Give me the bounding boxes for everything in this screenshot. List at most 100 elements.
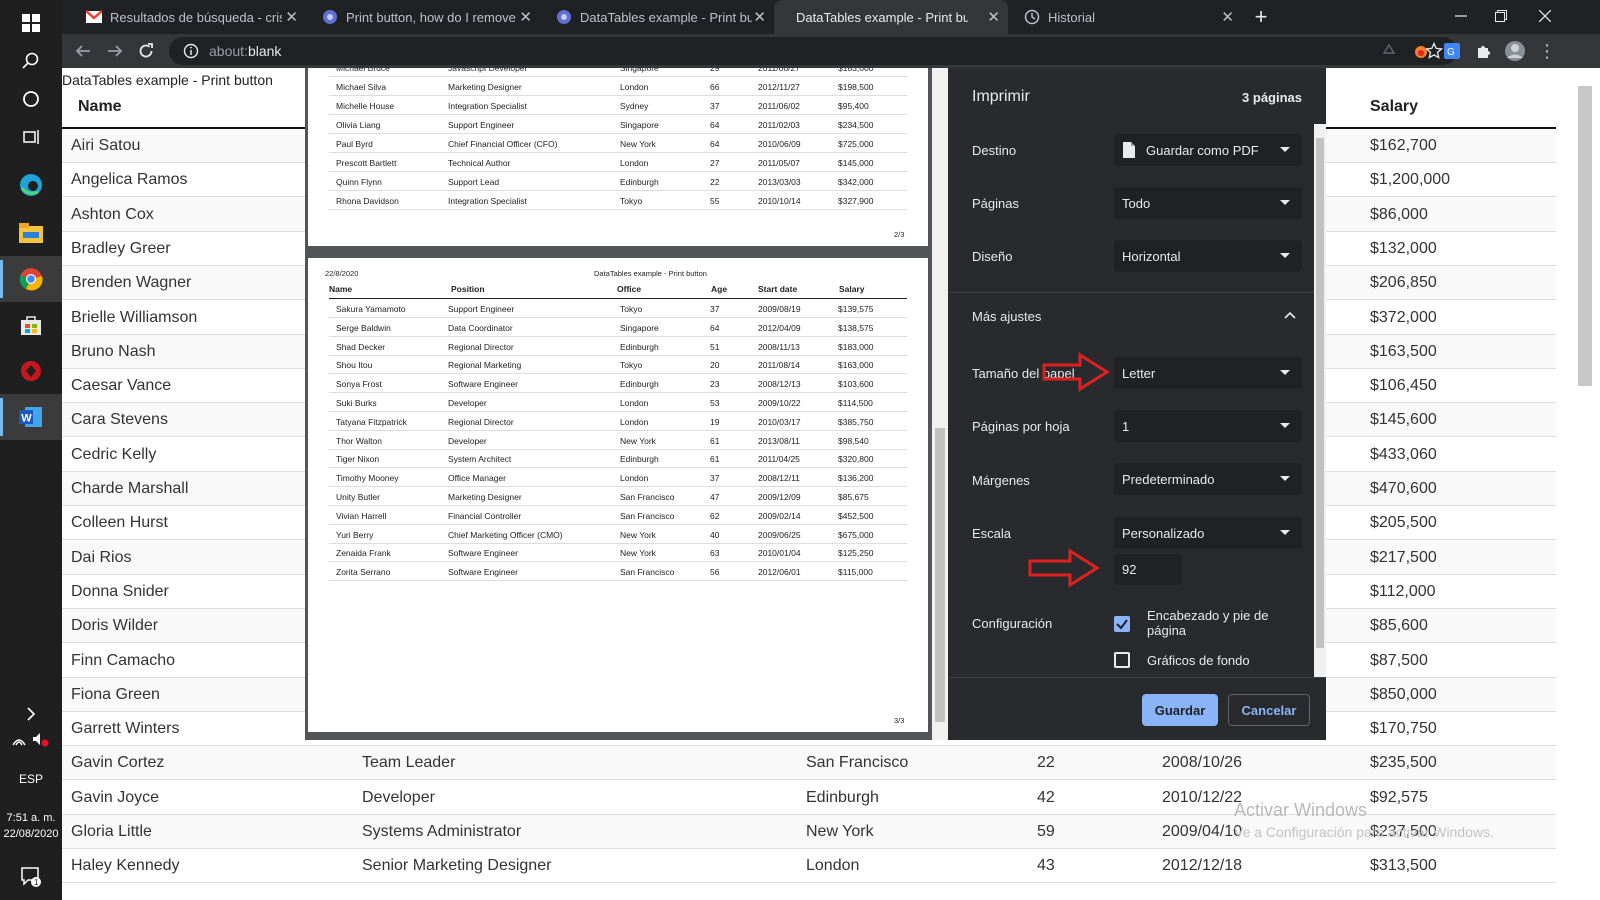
- info-icon[interactable]: [183, 43, 199, 59]
- avatar[interactable]: [1504, 40, 1526, 62]
- pages-per-sheet-select[interactable]: 1: [1114, 410, 1302, 442]
- file-explorer-icon[interactable]: [0, 210, 62, 256]
- clock-time[interactable]: 7:51 a. m.: [0, 812, 62, 824]
- preview-row: Paul Byrd Chief Financial Officer (CFO) Ne…: [329, 134, 907, 153]
- preview-cell: New York: [620, 139, 656, 149]
- extensions-puzzle-icon[interactable]: [1472, 40, 1494, 62]
- preview-cell: 2010/10/14: [758, 196, 801, 206]
- preview-cell: 2008/12/13: [758, 379, 801, 390]
- preview-scrollbar[interactable]: [932, 68, 948, 740]
- table-row[interactable]: Gavin Cortez Team Leader San Francisco 22 20…: [62, 746, 1556, 781]
- preview-row: Unity Butler Marketing Designer San Franci…: [329, 487, 907, 506]
- page-scrollbar[interactable]: [1578, 86, 1592, 386]
- reload-icon[interactable]: [135, 40, 157, 62]
- margins-select[interactable]: Predeterminado: [1114, 463, 1302, 495]
- table-row[interactable]: Haley Kennedy Senior Marketing Designer Lo…: [62, 849, 1556, 884]
- preview-cell: 2011/06/27: [758, 68, 800, 73]
- clock-date[interactable]: 22/08/2020: [0, 828, 62, 840]
- scale-select[interactable]: Personalizado: [1114, 517, 1302, 549]
- preview-header-title: DataTables example - Print button: [594, 269, 707, 278]
- cell-name: Colleen Hurst: [71, 514, 168, 532]
- close-icon[interactable]: ✕: [987, 8, 1000, 26]
- extension-fire-icon[interactable]: [1410, 40, 1432, 62]
- more-settings-toggle[interactable]: Más ajustes: [972, 309, 1041, 324]
- chevron-up-icon[interactable]: [1284, 311, 1296, 319]
- headers-footers-label[interactable]: Encabezado y pie de página: [1147, 608, 1297, 638]
- tab-print-question[interactable]: Print button, how do I remove bl ✕: [306, 0, 540, 34]
- pages-select[interactable]: Todo: [1114, 187, 1302, 219]
- translate-icon[interactable]: G: [1441, 40, 1463, 62]
- paper-size-select[interactable]: Letter: [1114, 357, 1302, 389]
- background-graphics-checkbox[interactable]: [1114, 652, 1130, 668]
- cell-salary: $205,500: [1370, 514, 1437, 532]
- close-window-button[interactable]: [1534, 5, 1556, 27]
- language-indicator[interactable]: ESP: [0, 772, 62, 786]
- cell-salary: $217,500: [1370, 548, 1437, 566]
- dialog-scrollbar[interactable]: [1314, 124, 1326, 677]
- preview-cell: London: [620, 158, 649, 168]
- security-app-icon[interactable]: [0, 348, 62, 394]
- store-icon[interactable]: [0, 302, 62, 348]
- preview-scrollbar-thumb[interactable]: [935, 428, 945, 722]
- preview-cell: 2011/08/14: [758, 360, 800, 371]
- preview-cell: $145,000: [838, 158, 874, 168]
- close-icon[interactable]: ✕: [753, 8, 766, 26]
- preview-cell: 2013/08/11: [758, 435, 800, 446]
- show-hidden-icons-chevron[interactable]: [0, 700, 62, 728]
- close-icon[interactable]: ✕: [285, 8, 298, 26]
- preview-cell: New York: [620, 548, 656, 559]
- new-tab-button[interactable]: +: [1250, 4, 1272, 29]
- address-bar[interactable]: about: blank: [169, 37, 1457, 65]
- chrome-taskbar-icon[interactable]: [0, 256, 62, 302]
- restore-button[interactable]: [1490, 5, 1512, 27]
- word-icon[interactable]: W: [0, 394, 62, 440]
- preview-cell: $342,000: [838, 177, 874, 187]
- tab-gmail[interactable]: Resultados de búsqueda - cris11 ✕: [70, 0, 306, 34]
- dialog-scrollbar-thumb[interactable]: [1316, 138, 1324, 648]
- chevron-down-icon: [1280, 476, 1290, 481]
- preview-cell: Olivia Liang: [336, 120, 381, 130]
- cell-start: 2010/12/22: [1162, 788, 1243, 806]
- tab-history[interactable]: Historial ✕: [1008, 0, 1242, 34]
- preview-row: Timothy Mooney Office Manager London 37 2008…: [329, 468, 907, 488]
- preview-cell: Software Engineer: [448, 548, 518, 559]
- cell-name: Fiona Green: [71, 685, 160, 703]
- cell-age: 59: [1037, 823, 1055, 840]
- column-header-name[interactable]: Name: [78, 98, 122, 116]
- cell-salary: $206,850: [1370, 274, 1437, 292]
- url-host: blank: [247, 43, 282, 59]
- close-icon[interactable]: ✕: [1221, 8, 1234, 26]
- scale-custom-input[interactable]: 92: [1114, 554, 1182, 585]
- network-volume-icons[interactable]: [0, 726, 62, 752]
- tab-datatables-active[interactable]: DataTables example - Print butto ✕: [774, 0, 1008, 34]
- print-preview-area[interactable]: Michael Bruce Javascript Developer Singapo…: [305, 68, 948, 740]
- save-button[interactable]: Guardar: [1142, 694, 1218, 726]
- browser-menu-icon[interactable]: ⋮: [1536, 40, 1558, 62]
- notifications-icon[interactable]: 1: [0, 856, 62, 896]
- cancel-button[interactable]: Cancelar: [1228, 694, 1310, 726]
- cell-start: 2008/10/26: [1162, 754, 1243, 772]
- layout-select[interactable]: Horizontal: [1114, 240, 1302, 272]
- destination-select[interactable]: Guardar como PDF: [1114, 134, 1302, 166]
- column-header-salary[interactable]: Salary: [1370, 98, 1418, 116]
- extension-recycle-icon[interactable]: [1378, 40, 1400, 62]
- preview-cell: $327,900: [838, 196, 874, 206]
- margins-label: Márgenes: [972, 473, 1030, 488]
- cell-salary: $145,600: [1370, 411, 1437, 429]
- close-icon[interactable]: ✕: [519, 8, 532, 26]
- preview-row: Michael Silva Marketing Designer London 66 2…: [329, 77, 907, 96]
- forward-icon[interactable]: [104, 40, 126, 62]
- headers-footers-checkbox[interactable]: [1114, 616, 1130, 632]
- back-icon[interactable]: [72, 40, 94, 62]
- tab-datatables-1[interactable]: DataTables example - Print butto ✕: [540, 0, 774, 34]
- task-view-icon[interactable]: [0, 114, 62, 160]
- cell-salary: $433,060: [1370, 445, 1437, 463]
- edge-icon[interactable]: [0, 162, 62, 208]
- check-icon: [1116, 619, 1128, 630]
- cell-position: Developer: [362, 788, 435, 806]
- minimize-button[interactable]: [1450, 5, 1472, 27]
- preview-cell: 61: [710, 454, 720, 465]
- preview-row: Zorita Serrano Software Engineer San Franc…: [329, 562, 907, 582]
- background-graphics-label[interactable]: Gráficos de fondo: [1147, 653, 1250, 668]
- site-icon: [323, 10, 337, 24]
